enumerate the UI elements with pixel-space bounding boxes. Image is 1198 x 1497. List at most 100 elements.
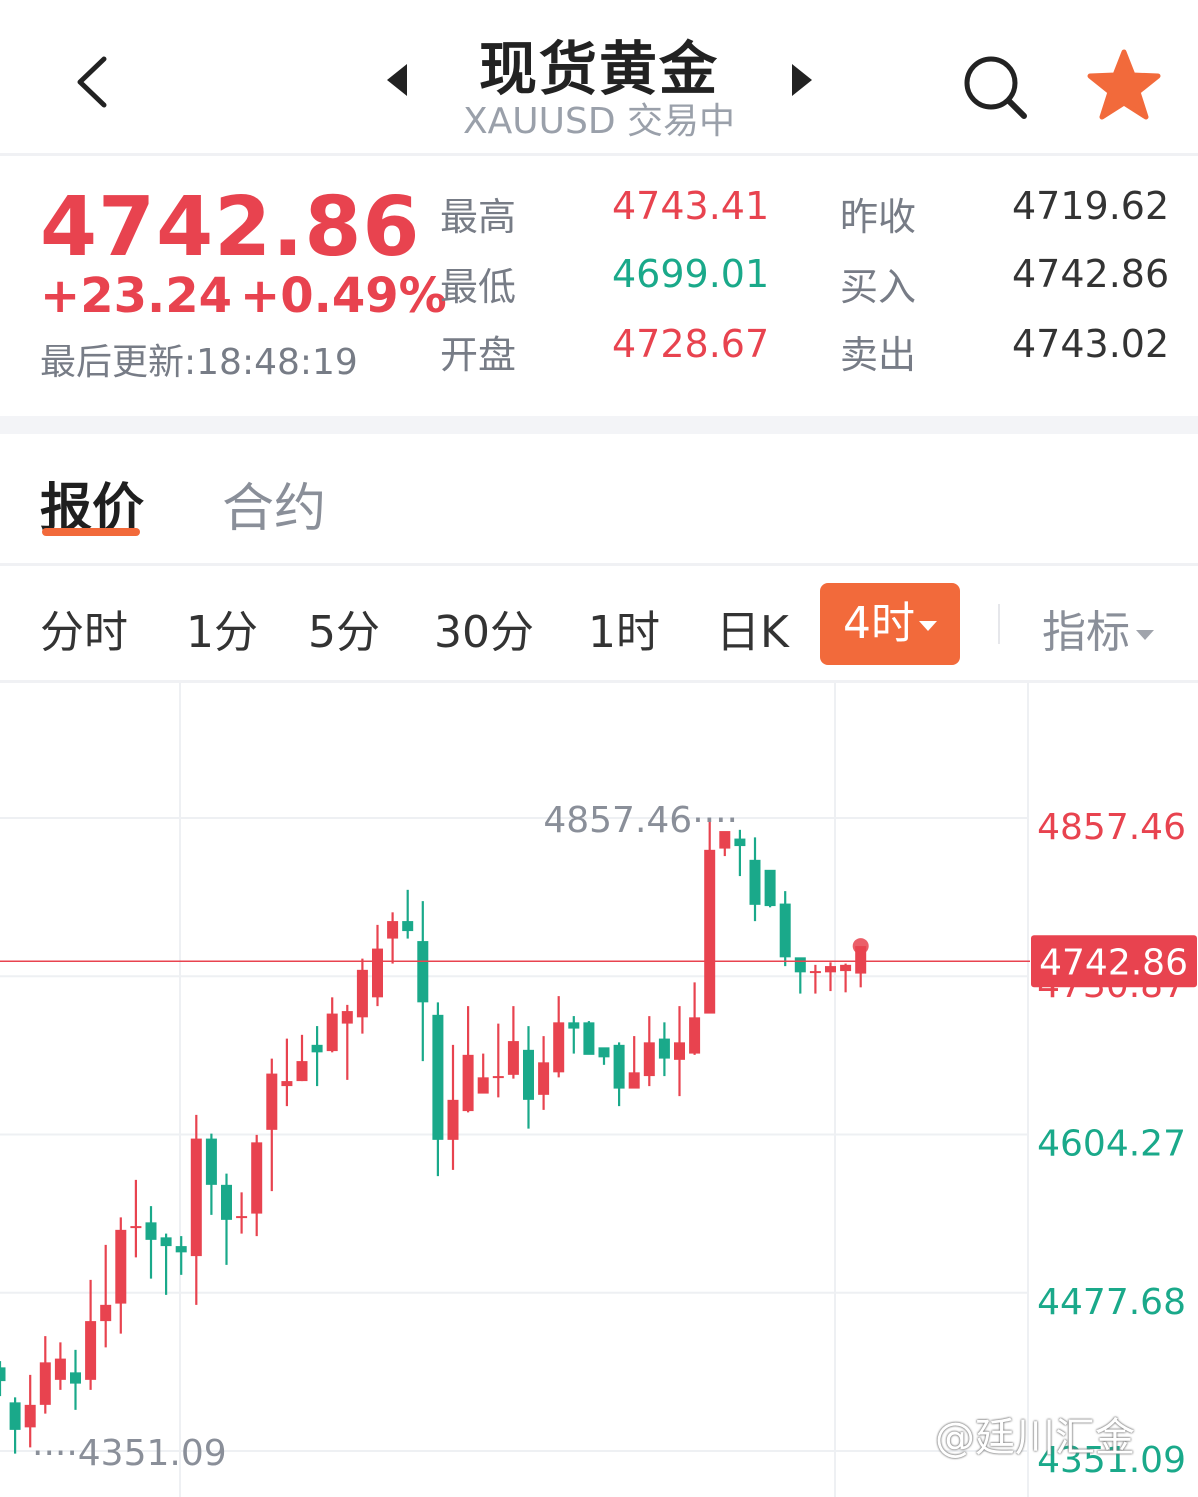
period-30min[interactable]: 30分 <box>434 596 534 660</box>
candle-body <box>372 948 383 998</box>
candle-body <box>462 1054 474 1112</box>
candle-body <box>251 1142 263 1214</box>
candle-body <box>507 1041 519 1075</box>
indicator-label: 指标 <box>1042 607 1130 658</box>
candle-body <box>341 1011 353 1024</box>
current-price-tag: 4742.86 <box>1031 935 1197 988</box>
candle-body <box>175 1246 187 1253</box>
price-change-percent: +0.49% <box>240 268 447 324</box>
candle-body <box>205 1138 217 1185</box>
candle-body <box>326 1013 338 1052</box>
period-4hour-label: 4时 <box>843 598 915 649</box>
current-price-label: 4742.86 <box>1039 942 1188 983</box>
y-axis-label: 4604.27 <box>1037 1124 1186 1165</box>
indicator-caret-icon <box>1136 630 1154 640</box>
candle-body <box>402 921 414 932</box>
candle-body <box>840 964 852 972</box>
stat-label-bid: 买入 <box>840 265 917 309</box>
live-price-dot <box>852 938 869 955</box>
candle-body <box>553 1022 565 1073</box>
back-arrow-icon[interactable] <box>72 55 122 110</box>
period-4hour-dropdown[interactable]: 4时 <box>820 583 960 665</box>
stat-label-ask: 卖出 <box>840 333 917 377</box>
period-daily-k[interactable]: 日K <box>716 596 789 660</box>
candle-body <box>145 1222 157 1240</box>
header-divider <box>0 153 1198 156</box>
candles-layer <box>0 818 867 1454</box>
candle-body <box>447 1099 459 1140</box>
candle-body <box>658 1038 670 1059</box>
section-divider <box>0 416 1198 434</box>
candle-body <box>538 1062 550 1095</box>
candle-body <box>24 1404 36 1428</box>
candle-body <box>749 859 761 905</box>
stat-value-high: 4743.41 <box>612 184 770 228</box>
candle-body <box>266 1073 278 1130</box>
period-5min[interactable]: 5分 <box>308 596 380 660</box>
candle-body <box>432 1014 444 1140</box>
candle-body <box>9 1402 21 1430</box>
candle-body <box>39 1362 51 1405</box>
stat-label-open: 开盘 <box>440 333 517 377</box>
stat-value-ask: 4743.02 <box>1012 322 1170 366</box>
watermark: @廷川汇金 <box>935 1415 1135 1461</box>
tab-contract[interactable]: 合约 <box>222 466 326 541</box>
y-axis-label: 4477.68 <box>1037 1282 1186 1323</box>
candle-body <box>523 1049 534 1100</box>
next-symbol-icon[interactable] <box>790 62 816 98</box>
candle-body <box>674 1042 685 1060</box>
symbol-status: XAUUSD 交易中 <box>462 101 735 142</box>
high-marker-label: 4857.46···· <box>543 800 738 841</box>
candle-body <box>598 1047 610 1058</box>
candle-body <box>356 969 368 1018</box>
stat-value-low: 4699.01 <box>612 252 770 296</box>
period-1hour[interactable]: 1时 <box>588 596 660 660</box>
candle-body <box>0 1367 6 1382</box>
stat-label-prev-close: 昨收 <box>840 195 917 239</box>
candle-body <box>160 1237 172 1247</box>
stat-label-high: 最高 <box>440 195 517 239</box>
candle-body <box>794 957 806 973</box>
last-price: 4742.86 <box>40 180 421 275</box>
candle-body <box>54 1358 66 1380</box>
candle-body <box>492 1076 504 1079</box>
candle-body <box>704 849 716 1014</box>
last-updated: 最后更新:18:48:19 <box>40 342 358 383</box>
period-timeshare[interactable]: 分时 <box>40 596 128 660</box>
indicator-dropdown[interactable]: 指标 <box>1042 596 1154 660</box>
low-marker-label: ····4351.09 <box>32 1433 227 1474</box>
chart-grid <box>0 683 1029 1497</box>
candle-body <box>809 971 821 974</box>
dropdown-caret-icon <box>919 621 937 631</box>
candle-body <box>221 1184 232 1220</box>
candle-body <box>628 1072 640 1089</box>
stat-value-bid: 4742.86 <box>1012 252 1170 296</box>
period-1min[interactable]: 1分 <box>186 596 258 660</box>
candle-body <box>130 1226 142 1229</box>
active-tab-indicator <box>42 528 140 536</box>
stat-value-open: 4728.67 <box>612 322 770 366</box>
candle-body <box>583 1022 595 1055</box>
candlestick-chart[interactable]: 4857.464730.874604.274477.684351.09 4742… <box>0 683 1198 1497</box>
candle-body <box>825 966 836 973</box>
candle-body <box>643 1042 655 1077</box>
candle-body <box>417 941 429 1003</box>
candle-body <box>190 1138 202 1257</box>
candle-body <box>613 1044 625 1089</box>
candle-body <box>281 1081 293 1087</box>
candle-body <box>387 921 399 939</box>
period-divider <box>998 604 1000 644</box>
candle-body <box>477 1077 489 1094</box>
candle-body <box>70 1372 81 1384</box>
favorite-star-icon[interactable] <box>1086 48 1162 122</box>
stat-label-low: 最低 <box>440 265 517 309</box>
search-icon[interactable] <box>960 52 1030 122</box>
candle-body <box>689 1017 701 1054</box>
candle-body <box>100 1304 112 1322</box>
candle-body <box>779 903 791 958</box>
y-axis-labels: 4857.464730.874604.274477.684351.09 <box>1037 807 1186 1481</box>
price-change: +23.24 <box>40 268 233 324</box>
tabs-divider <box>0 563 1198 566</box>
candle-body <box>311 1044 323 1053</box>
candle-body <box>236 1216 248 1219</box>
